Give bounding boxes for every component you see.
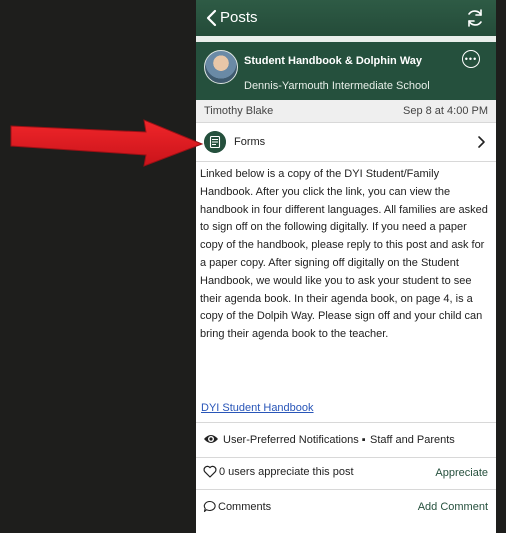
handbook-link[interactable]: DYI Student Handbook [201, 402, 314, 414]
notification-label: User-Preferred Notifications [223, 434, 359, 446]
comments-row: Comments Add Comment [196, 490, 496, 524]
appreciate-button[interactable]: Appreciate [435, 467, 488, 479]
annotation-arrow-icon [10, 119, 204, 167]
back-button-label[interactable]: Posts [220, 9, 258, 26]
comments-label[interactable]: Comments [218, 501, 271, 513]
more-icon[interactable]: ••• [462, 50, 480, 68]
add-comment-button[interactable]: Add Comment [418, 501, 488, 513]
post-header: Student Handbook & Dolphin Way Dennis-Ya… [196, 42, 496, 100]
notifications-row: User-Preferred Notifications ▪ Staff and… [196, 422, 496, 458]
nav-bar: Posts [196, 0, 496, 36]
appreciation-row: 0 users appreciate this post Appreciate [196, 457, 496, 490]
forms-row[interactable]: Forms [196, 123, 496, 162]
right-gutter [496, 0, 506, 533]
forms-label: Forms [234, 136, 266, 148]
forms-icon [204, 131, 226, 153]
chevron-right-icon [478, 136, 485, 148]
notification-audience: Staff and Parents [370, 434, 455, 446]
appreciation-count: 0 users appreciate this post [219, 466, 354, 478]
school-name: Dennis-Yarmouth Intermediate School [244, 80, 430, 92]
post-author: Timothy Blake [204, 105, 274, 117]
comment-icon [203, 500, 216, 513]
post-body: Linked below is a copy of the DYI Studen… [200, 168, 488, 341]
eye-icon [204, 435, 218, 443]
chevron-left-icon[interactable] [202, 8, 222, 28]
app-screen: Posts Student Handbook & Dolphin Way Den… [196, 0, 496, 533]
post-date: Sep 8 at 4:00 PM [403, 105, 488, 117]
notification-separator: ▪ [361, 434, 366, 446]
post-meta: Timothy Blake Sep 8 at 4:00 PM [196, 100, 496, 123]
heart-icon [203, 465, 217, 478]
post-title: Student Handbook & Dolphin Way [244, 55, 423, 67]
notification-preference: User-Preferred Notifications ▪ [223, 434, 366, 446]
avatar [204, 50, 238, 84]
refresh-icon[interactable] [464, 7, 486, 29]
